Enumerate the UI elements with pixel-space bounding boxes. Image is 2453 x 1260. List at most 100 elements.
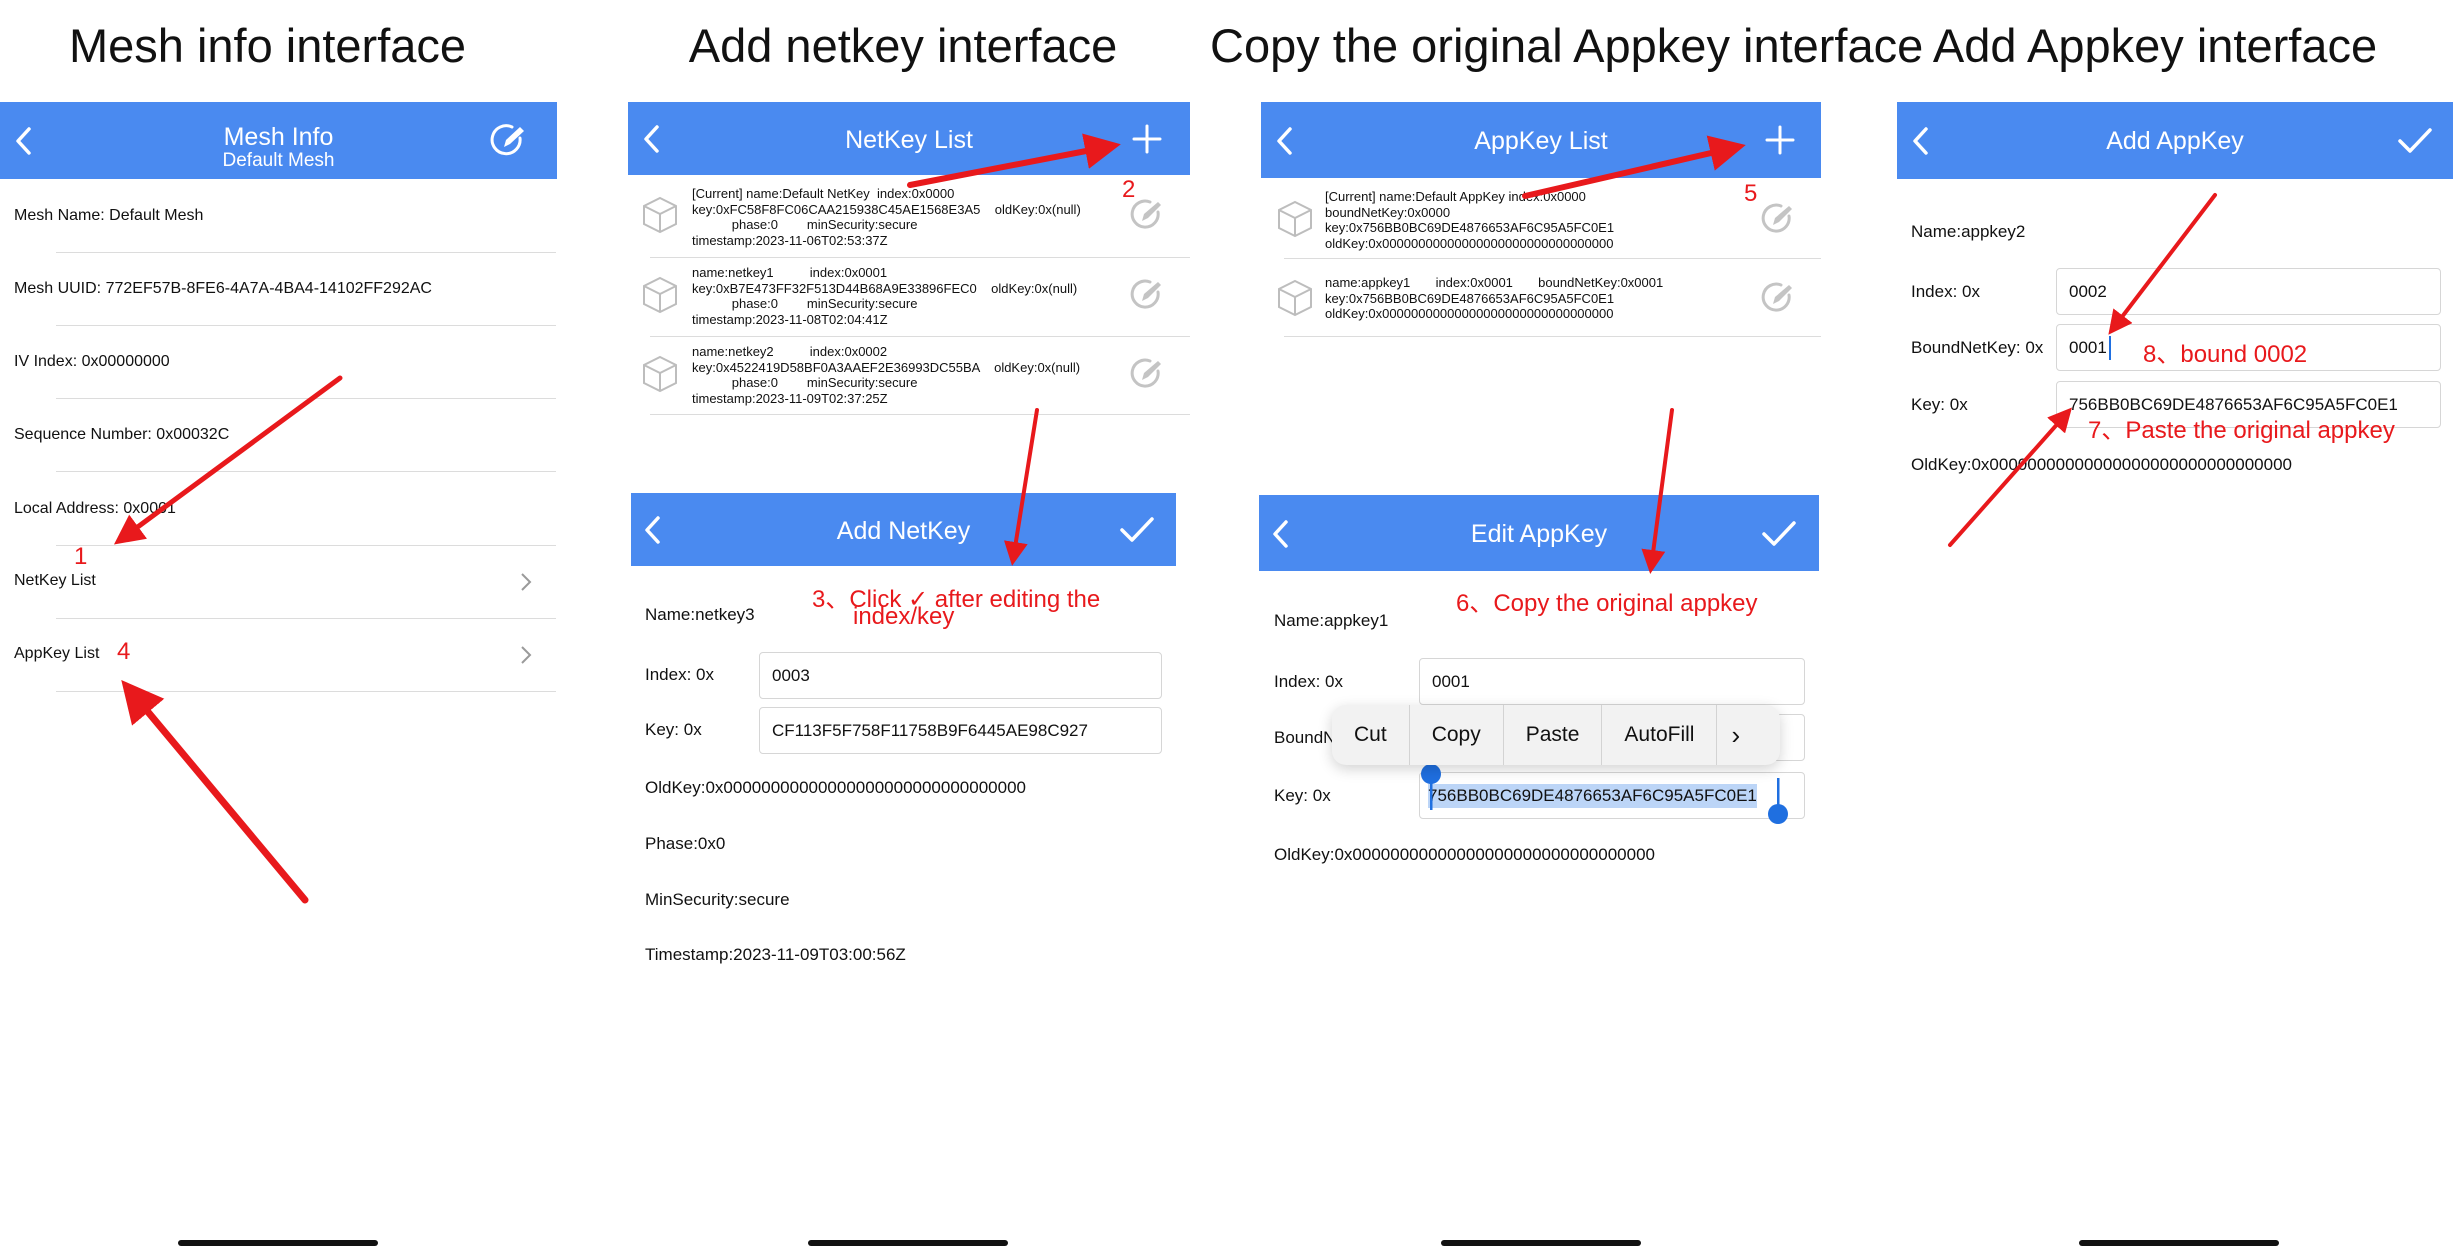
divider [56,398,556,399]
list-item[interactable]: [Current] name:Default AppKey index:0x00… [1273,180,1821,258]
page-title: Add NetKey [836,517,971,545]
add-netkey-navbar: Add NetKey [631,493,1176,566]
appkey-name-label: Name:appkey2 [1911,222,2026,241]
cube-icon [643,355,677,393]
checkmark-icon[interactable] [1761,519,1797,549]
edit-pen-icon[interactable] [1759,200,1797,238]
annotation-step-1: 1 [74,543,88,570]
list-item[interactable]: name:netkey2 index:0x0002 key:0x4522419D… [640,337,1190,415]
home-indicator [1441,1240,1641,1246]
selected-key-text[interactable]: 756BB0BC69DE4876653AF6C95A5FC0E1 [1428,783,1757,808]
caption-add-appkey: Add Appkey interface [1932,19,2378,72]
key-label: Key: 0x [645,720,702,739]
netkey-item-text: name:netkey2 index:0x0002 key:0x4522419D… [692,344,1081,406]
menu-more-chevron-icon[interactable]: › [1717,705,1754,765]
oldkey-text: OldKey:0x0000000000000000000000000000000… [1274,845,1655,864]
phase-text: Phase:0x0 [645,834,726,853]
mesh-name-row: Mesh Name: Default Mesh [14,207,204,224]
edit-pen-icon[interactable] [1759,279,1797,317]
add-appkey-navbar: Add AppKey [1897,102,2453,179]
cube-icon [1278,279,1312,317]
edit-pen-icon[interactable] [1128,276,1166,314]
annotation-step-4: 4 [117,638,131,665]
chevron-right-icon [521,573,532,591]
chevron-right-icon [521,646,532,664]
divider [56,252,556,253]
netkey-index-field[interactable]: 0003 [759,652,1162,699]
home-indicator [178,1240,378,1246]
menu-cut[interactable]: Cut [1332,705,1410,765]
netkey-key-field[interactable]: CF113F5F758F11758B9F6445AE98C927 [759,707,1162,754]
appkey-key-field[interactable]: 756BB0BC69DE4876653AF6C95A5FC0E1 [1419,772,1805,819]
checkmark-icon[interactable] [2397,126,2433,156]
index-label: Index: 0x [645,665,714,684]
netkey-list-label: NetKey List [14,572,96,589]
appkey-index-field[interactable]: 0002 [2056,268,2441,315]
netkey-name-label: Name:netkey3 [645,605,755,624]
plus-icon[interactable] [1765,125,1795,155]
mesh-uuid-row: Mesh UUID: 772EF57B-8FE6-4A7A-4BA4-14102… [14,280,432,297]
appkey-item-text: name:appkey1 index:0x0001 boundNetKey:0x… [1325,275,1664,321]
key-label: Key: 0x [1274,786,1331,805]
netkey-item-text: [Current] name:Default NetKey index:0x00… [692,186,1081,248]
appkey-list-row[interactable]: AppKey List [0,619,557,691]
edit-pen-icon[interactable] [490,122,528,160]
page-title: Edit AppKey [1470,520,1608,548]
divider [56,325,556,326]
menu-copy[interactable]: Copy [1410,705,1504,765]
appkey-list-navbar: AppKey List [1261,102,1821,178]
bound-netkey-value: 0001 [2069,337,2107,357]
cube-icon [1278,200,1312,238]
divider [56,471,556,472]
oldkey-text: OldKey:0x0000000000000000000000000000000… [1911,455,2292,474]
annotation-step-5: 5 [1744,180,1758,207]
timestamp-text: Timestamp:2023-11-09T03:00:56Z [645,945,906,964]
selection-handle-start[interactable] [1419,762,1443,812]
local-address-row: Local Address: 0x0001 [14,500,176,517]
appkey-index-field[interactable]: 0001 [1419,658,1805,705]
appkey-item-text: [Current] name:Default AppKey index:0x00… [1325,189,1615,251]
edit-appkey-navbar: Edit AppKey [1259,495,1819,571]
page-title: Mesh Info [223,123,334,151]
mesh-info-navbar: Mesh Info Default Mesh [0,102,557,179]
checkmark-icon[interactable] [1119,515,1155,545]
annotation-step-3-line2: index/key [853,603,955,630]
list-item[interactable]: [Current] name:Default NetKey index:0x00… [640,178,1190,256]
netkey-item-text: name:netkey1 index:0x0001 key:0xB7E473FF… [692,265,1078,327]
arrow-4 [121,679,309,904]
page-subtitle: Default Mesh [222,150,335,171]
divider [650,414,1190,415]
edit-context-menu: Cut Copy Paste AutoFill › [1332,705,1780,765]
home-indicator [808,1240,1008,1246]
appkey-list-label: AppKey List [14,645,100,662]
index-label: Index: 0x [1911,282,1980,301]
list-item[interactable]: name:netkey1 index:0x0001 key:0xB7E473FF… [640,258,1190,336]
annotation-step-8: 8、bound 0002 [2143,341,2308,368]
selection-handle-end[interactable] [1766,776,1790,826]
plus-icon[interactable] [1132,124,1162,154]
appkey-name-label: Name:appkey1 [1274,611,1389,630]
page-title: AppKey List [1474,127,1608,155]
netkey-list-navbar: NetKey List [628,102,1190,175]
annotation-step-6: 6、Copy the original appkey [1456,590,1758,617]
sequence-number-row: Sequence Number: 0x00032C [14,426,230,443]
cube-icon [643,276,677,314]
menu-paste[interactable]: Paste [1504,705,1603,765]
annotation-step-2: 2 [1122,176,1136,203]
min-security-text: MinSecurity:secure [645,890,790,909]
edit-pen-icon[interactable] [1128,355,1166,393]
key-label: Key: 0x [1911,395,1968,414]
caption-copy-appkey: Copy the original Appkey interface [1210,19,1924,72]
bound-netkey-label: BoundN [1274,728,1336,747]
menu-autofill[interactable]: AutoFill [1602,705,1718,765]
caption-add-netkey: Add netkey interface [688,19,1118,72]
index-label: Index: 0x [1274,672,1343,691]
page-title: NetKey List [845,126,973,154]
text-cursor [2108,335,2111,360]
list-item[interactable]: name:appkey1 index:0x0001 boundNetKey:0x… [1273,259,1821,337]
oldkey-text: OldKey:0x0000000000000000000000000000000… [645,778,1026,797]
divider [1284,336,1821,337]
annotation-step-7: 7、Paste the original appkey [2088,417,2395,444]
arrow-7 [1948,407,2072,547]
page-title: Add AppKey [2106,127,2244,155]
